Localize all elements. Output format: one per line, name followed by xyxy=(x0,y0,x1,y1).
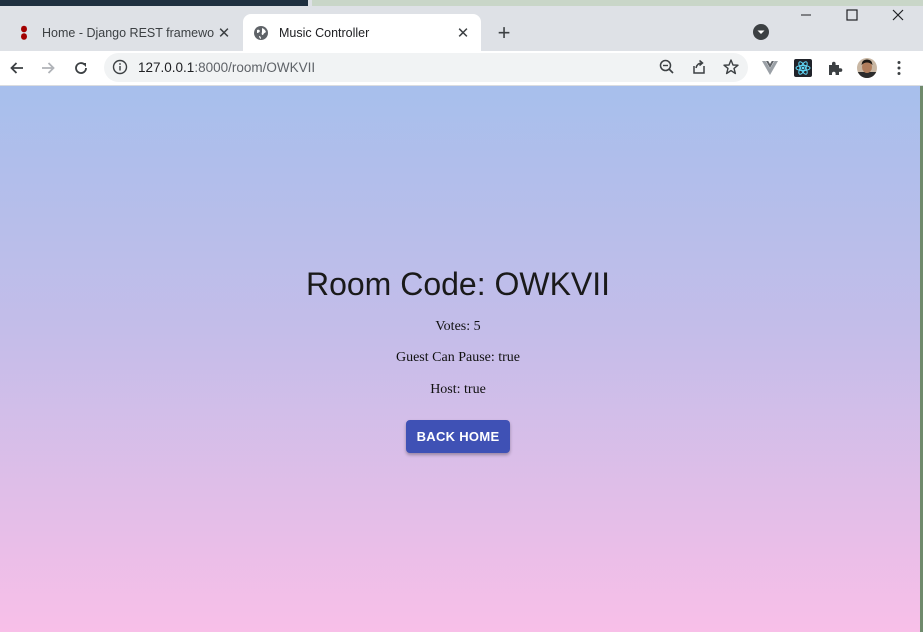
profile-avatar[interactable] xyxy=(854,55,880,81)
browser-toolbar: 127.0.0.1:8000/room/OWKVII xyxy=(0,51,923,86)
url-host: 127.0.0.1 xyxy=(138,60,195,75)
info-icon[interactable] xyxy=(112,59,128,75)
address-bar[interactable]: 127.0.0.1:8000/room/OWKVII xyxy=(104,53,748,82)
window-close-icon[interactable] xyxy=(875,0,921,30)
forward-arrow-icon[interactable] xyxy=(35,55,61,81)
tab-title: Home - Django REST framework xyxy=(42,25,214,40)
close-icon[interactable]: ✕ xyxy=(453,23,473,43)
django-rest-icon xyxy=(16,25,32,41)
maximize-icon[interactable] xyxy=(829,0,875,30)
tab-search-icon[interactable] xyxy=(752,23,770,41)
host-text: Host: true xyxy=(430,382,486,397)
close-icon[interactable]: ✕ xyxy=(214,23,234,43)
page-viewport: Room Code: OWKVII Votes: 5 Guest Can Pau… xyxy=(0,86,920,632)
react-devtools-icon[interactable] xyxy=(790,55,816,81)
guest-can-pause-text: Guest Can Pause: true xyxy=(395,350,521,365)
minimize-icon[interactable] xyxy=(783,0,829,30)
tab-title: Music Controller xyxy=(279,25,370,40)
zoom-out-icon[interactable] xyxy=(658,58,676,76)
url-path: :8000/room/OWKVII xyxy=(194,60,316,75)
extensions-puzzle-icon[interactable] xyxy=(822,55,848,81)
share-icon[interactable] xyxy=(690,58,708,76)
room-code-title: Room Code: OWKVII xyxy=(305,266,611,302)
url-text: 127.0.0.1:8000/room/OWKVII xyxy=(138,60,315,75)
tab-django-rest[interactable]: Home - Django REST framework ✕ xyxy=(6,14,242,51)
votes-text: Votes: 5 xyxy=(435,319,481,334)
back-home-button[interactable]: BACK HOME xyxy=(406,420,510,453)
kebab-menu-icon[interactable] xyxy=(886,55,912,81)
new-tab-button[interactable]: + xyxy=(492,20,516,45)
tab-music-controller[interactable]: Music Controller ✕ xyxy=(243,14,481,51)
vue-devtools-icon[interactable] xyxy=(757,55,783,81)
globe-icon xyxy=(253,25,269,41)
reload-icon[interactable] xyxy=(68,55,94,81)
bookmark-star-icon[interactable] xyxy=(722,58,740,76)
back-arrow-icon[interactable] xyxy=(4,55,30,81)
